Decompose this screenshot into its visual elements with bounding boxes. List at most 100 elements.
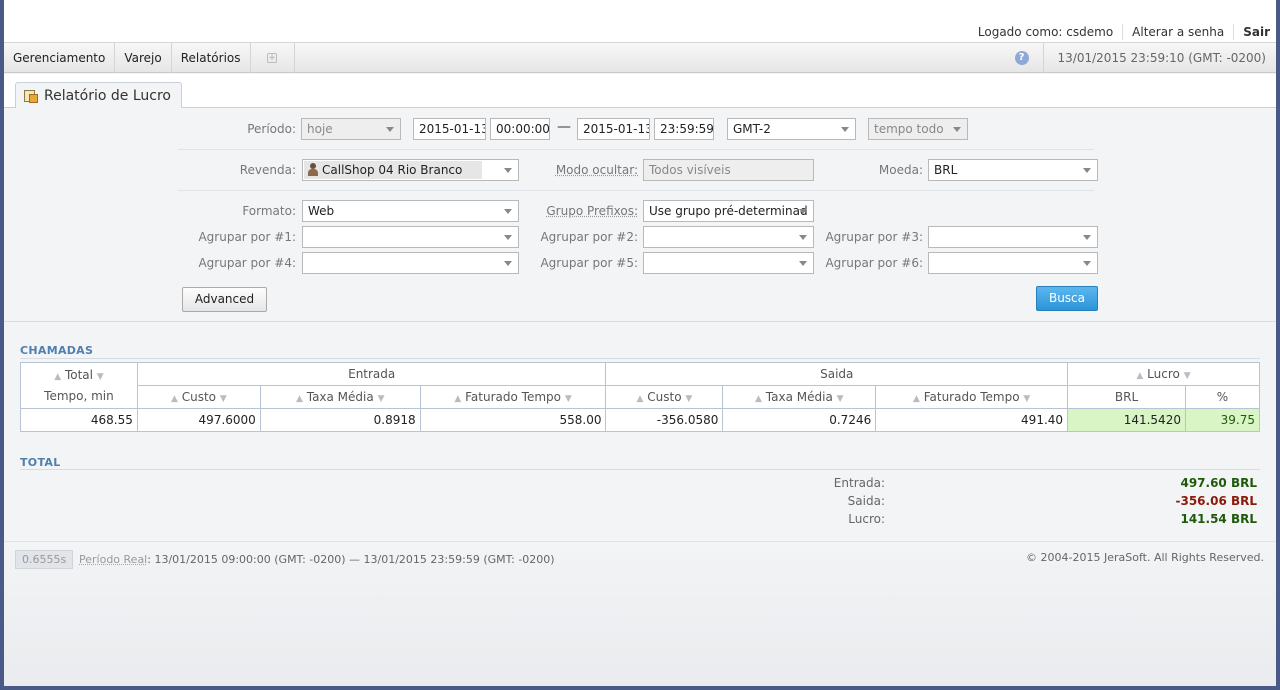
total-lucro-value: 141.54 BRL xyxy=(1180,512,1257,526)
sort-asc-icon: ▲ xyxy=(636,394,644,404)
menu-gerenciamento[interactable]: Gerenciamento xyxy=(4,43,116,73)
agrupar3-select[interactable] xyxy=(928,226,1098,248)
col-lucro-pct: % xyxy=(1184,385,1261,409)
grupo-select[interactable]: Use grupo pré-determinad xyxy=(643,200,814,222)
advanced-button[interactable]: Advanced xyxy=(182,287,267,312)
logout-link[interactable]: Sair xyxy=(1233,24,1270,40)
periodo-label: Período: xyxy=(247,122,296,136)
agrupar2-select[interactable] xyxy=(643,226,814,248)
total-entrada-value: 497.60 BRL xyxy=(1180,476,1257,490)
main-menu: Gerenciamento Varejo Relatórios + ? 13/0… xyxy=(4,42,1276,73)
col-out-taxa-label: Taxa Média xyxy=(765,390,833,404)
date-from-input[interactable]: 2015-01-13 xyxy=(413,118,486,140)
periodo-select[interactable]: hoje xyxy=(301,118,401,140)
calls-table: ▲ Total ▼ Tempo, min Entrada Saida ▲ Luc… xyxy=(20,362,1261,432)
agrupar4-label: Agrupar por #4: xyxy=(198,256,296,270)
group-lucro[interactable]: ▲ Lucro ▼ xyxy=(1067,362,1260,386)
col-in-fat[interactable]: ▲ Faturado Tempo ▼ xyxy=(419,385,607,409)
col-in-custo[interactable]: ▲ Custo ▼ xyxy=(136,385,261,409)
cell-in-fat: 558.00 xyxy=(419,408,607,432)
date-to-input[interactable]: 2015-01-13 xyxy=(577,118,650,140)
report-icon xyxy=(24,89,38,103)
sort-desc-icon: ▼ xyxy=(685,394,693,404)
calls-section-line xyxy=(20,358,1260,359)
agrupar2-label: Agrupar por #2: xyxy=(540,230,638,244)
form-separator-2 xyxy=(178,190,1094,191)
agrupar3-label: Agrupar por #3: xyxy=(825,230,923,244)
col-in-taxa-label: Taxa Média xyxy=(306,390,374,404)
user-links: Logado como: csdemo Alterar a senha Sair xyxy=(969,24,1270,40)
search-button[interactable]: Busca xyxy=(1036,286,1098,311)
tab-relatorio-lucro[interactable]: Relatório de Lucro xyxy=(15,82,182,109)
menu-varejo[interactable]: Varejo xyxy=(115,43,172,73)
agrupar5-label: Agrupar por #5: xyxy=(540,256,638,270)
help-icon[interactable]: ? xyxy=(1014,51,1029,65)
sort-asc-icon: ▲ xyxy=(755,394,762,404)
time-from-input[interactable]: 00:00:00 xyxy=(490,118,550,140)
cell-out-taxa: 0.7246 xyxy=(722,408,877,432)
group-saida: Saida xyxy=(605,362,1069,386)
tab-bar: Relatório de Lucro xyxy=(4,74,1276,109)
timezone-select[interactable]: GMT-2 xyxy=(727,118,856,140)
col-out-custo-label: Custo xyxy=(647,390,682,404)
moeda-label: Moeda: xyxy=(878,163,923,177)
col-total-tempo[interactable]: ▲ Total ▼ Tempo, min xyxy=(20,362,138,409)
agrupar1-select[interactable] xyxy=(302,226,519,248)
cell-in-custo: 497.6000 xyxy=(136,408,261,432)
sort-desc-icon: ▼ xyxy=(1023,394,1031,404)
sort-asc-icon: ▲ xyxy=(54,371,62,382)
cell-out-fat: 491.40 xyxy=(875,408,1069,432)
change-password-link[interactable]: Alterar a senha xyxy=(1122,24,1233,40)
range-dash: — xyxy=(557,119,571,135)
grupo-label: Grupo Prefixos: xyxy=(546,204,638,218)
sort-asc-icon: ▲ xyxy=(454,394,462,404)
formato-select[interactable]: Web xyxy=(302,200,519,222)
sort-desc-icon: ▼ xyxy=(377,394,385,404)
moeda-select[interactable]: BRL xyxy=(928,159,1098,181)
cell-in-taxa: 0.8918 xyxy=(259,408,421,432)
col-out-fat-label: Faturado Tempo xyxy=(923,390,1020,404)
total-lucro-label: Lucro: xyxy=(848,512,885,526)
server-datetime: 13/01/2015 23:59:10 (GMT: -0200) xyxy=(1042,43,1276,73)
cell-out-custo: -356.0580 xyxy=(605,408,724,432)
sort-asc-icon: ▲ xyxy=(912,394,920,404)
user-avatar-icon xyxy=(307,163,319,176)
cell-lucro-pct: 39.75 xyxy=(1184,408,1261,432)
add-tab-button[interactable]: + xyxy=(251,43,295,73)
agrupar4-select[interactable] xyxy=(302,252,519,274)
agrupar5-select[interactable] xyxy=(643,252,814,274)
col-out-taxa[interactable]: ▲ Taxa Média ▼ xyxy=(722,385,877,409)
modo-input[interactable]: Todos visíveis xyxy=(643,159,814,181)
col-lucro-brl: BRL xyxy=(1067,385,1186,409)
calls-section-title: CHAMADAS xyxy=(20,344,94,357)
col-in-custo-label: Custo xyxy=(181,390,216,404)
form-separator xyxy=(178,149,1094,150)
render-timer: 0.6555s xyxy=(15,550,74,569)
total-section-title: TOTAL xyxy=(20,456,61,469)
cell-tempo: 468.55 xyxy=(20,408,138,432)
revenda-chip: CallShop 04 Rio Branco xyxy=(304,161,483,179)
time-to-input[interactable]: 23:59:59 xyxy=(654,118,714,140)
revenda-select[interactable]: CallShop 04 Rio Branco xyxy=(302,159,519,181)
agrupar6-select[interactable] xyxy=(928,252,1098,274)
total-saida-value: -356.06 BRL xyxy=(1175,494,1258,508)
tab-label: Relatório de Lucro xyxy=(44,87,171,104)
cell-lucro-brl: 141.5420 xyxy=(1067,408,1186,432)
copyright: © 2004-2015 JeraSoft. All Rights Reserve… xyxy=(1026,551,1264,564)
sort-asc-icon: ▲ xyxy=(1136,371,1144,381)
sort-desc-icon: ▼ xyxy=(1183,371,1191,381)
col-in-taxa[interactable]: ▲ Taxa Média ▼ xyxy=(259,385,421,409)
footer-divider xyxy=(4,541,1276,542)
col-total-label: Total xyxy=(64,367,93,382)
modo-label: Modo ocultar: xyxy=(555,163,638,177)
col-out-fat[interactable]: ▲ Faturado Tempo ▼ xyxy=(875,385,1069,409)
tempo-select[interactable]: tempo todo xyxy=(868,118,968,140)
table-row: 468.55 497.6000 0.8918 558.00 -356.0580 … xyxy=(20,408,1261,432)
sort-asc-icon: ▲ xyxy=(170,394,178,404)
real-period: Período Real: 13/01/2015 09:00:00 (GMT: … xyxy=(79,553,555,566)
sort-asc-icon: ▲ xyxy=(295,394,303,404)
menu-relatorios[interactable]: Relatórios xyxy=(172,43,251,73)
sort-desc-icon: ▼ xyxy=(836,394,844,404)
col-out-custo[interactable]: ▲ Custo ▼ xyxy=(605,385,724,409)
revenda-label: Revenda: xyxy=(239,163,296,177)
